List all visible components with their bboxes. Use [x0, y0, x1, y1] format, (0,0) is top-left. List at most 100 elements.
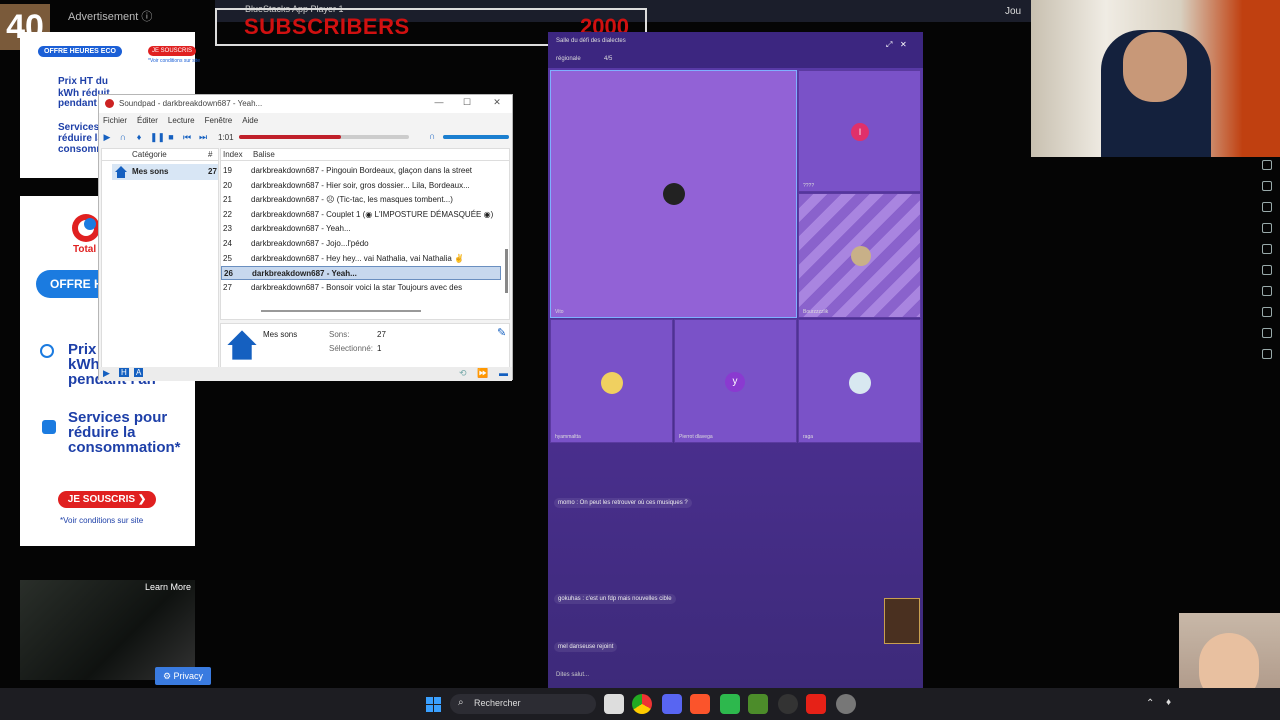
- chat-input[interactable]: Dites salut...: [556, 672, 589, 678]
- side-icon[interactable]: [1262, 181, 1272, 191]
- sound-row[interactable]: 26 darkbreakdown687 - Yeah...: [221, 266, 501, 281]
- hotkey-icon[interactable]: H: [119, 368, 129, 377]
- sound-row[interactable]: 27 darkbreakdown687 - Bonsoir voici la st…: [221, 281, 501, 295]
- sound-row[interactable]: 19 darkbreakdown687 - Pingouin Bordeaux, …: [221, 164, 501, 178]
- microphone-icon[interactable]: ♦: [134, 132, 144, 142]
- player-tile[interactable]: hyammaltta: [550, 319, 673, 443]
- app-icon[interactable]: [748, 694, 768, 714]
- learn-more-link[interactable]: Learn More: [145, 582, 191, 592]
- close-game-icon[interactable]: ✕: [900, 40, 907, 49]
- info-selected-label: Sélectionné:: [329, 344, 374, 353]
- close-button[interactable]: ✕: [487, 97, 507, 111]
- side-icon[interactable]: [1262, 223, 1272, 233]
- horizontal-scrollbar[interactable]: [261, 310, 421, 312]
- wrench-icon[interactable]: ✎: [497, 326, 506, 339]
- status-play-icon[interactable]: ▶: [103, 368, 110, 379]
- stop-icon[interactable]: ■: [166, 132, 176, 142]
- autoplay-icon[interactable]: A: [134, 368, 144, 377]
- sound-row[interactable]: 24 darkbreakdown687 - Jojo...l'pédo: [221, 237, 501, 251]
- windows-start-icon[interactable]: [426, 697, 441, 712]
- index-header[interactable]: Index: [223, 150, 243, 159]
- privacy-button[interactable]: ⚙ Privacy: [155, 667, 211, 685]
- sound-index: 25: [223, 253, 232, 263]
- tag-header[interactable]: Balise: [253, 150, 275, 159]
- side-icon[interactable]: [1262, 286, 1272, 296]
- player-tile[interactable]: Vito: [550, 70, 797, 318]
- chat-icon[interactable]: ▬: [499, 368, 508, 378]
- home-icon: [115, 166, 127, 178]
- side-icon[interactable]: [1262, 160, 1272, 170]
- menu-aide[interactable]: Aide: [242, 116, 258, 125]
- tab-round[interactable]: 4/5: [604, 56, 612, 62]
- microphone-tray-icon[interactable]: ♦: [1166, 697, 1171, 708]
- home-large-icon: [227, 330, 257, 360]
- sound-name: darkbreakdown687 - Hier soir, gros dossi…: [251, 180, 470, 190]
- ad-subscribe-button-small[interactable]: JE SOUSCRIS: [148, 46, 197, 56]
- previous-icon[interactable]: ⏮: [182, 132, 192, 142]
- side-icon[interactable]: [1262, 328, 1272, 338]
- chevron-up-icon[interactable]: ⌃: [1146, 698, 1154, 709]
- player-tile[interactable]: l ????: [798, 70, 921, 192]
- minimize-button[interactable]: —: [429, 97, 449, 111]
- soundpad-window: Soundpad - darkbreakdown687 - Yeah... — …: [98, 94, 513, 381]
- play-icon[interactable]: ▶: [102, 132, 112, 142]
- sound-index: 26: [224, 269, 233, 279]
- expand-icon[interactable]: ⤢: [886, 40, 892, 50]
- side-icon[interactable]: [1262, 307, 1272, 317]
- maximize-button[interactable]: ☐: [457, 97, 477, 111]
- obs-icon[interactable]: [778, 694, 798, 714]
- sound-index: 21: [223, 195, 232, 205]
- ad-services-text: Services pour réduire la consommation*: [68, 409, 181, 456]
- bluestacks-icon[interactable]: [720, 694, 740, 714]
- player-tile[interactable]: y Pierrot dlavega: [674, 319, 797, 443]
- repeat-icon[interactable]: ⟲: [459, 368, 467, 379]
- side-toolbar: [1262, 160, 1276, 370]
- ad-video[interactable]: [20, 580, 195, 680]
- settings-icon[interactable]: [836, 694, 856, 714]
- volume-headphones-icon[interactable]: ∩: [429, 131, 435, 141]
- sound-row[interactable]: 21 darkbreakdown687 - ☹ (Tic-tac, les mas…: [221, 193, 501, 207]
- sound-index: 22: [223, 209, 232, 219]
- sound-row[interactable]: 22 darkbreakdown687 - Couplet 1 (◉ L'IMPO…: [221, 208, 501, 222]
- menu-fenetre[interactable]: Fenêtre: [205, 116, 233, 125]
- youtube-icon[interactable]: [806, 694, 826, 714]
- playback-progress[interactable]: [239, 135, 409, 139]
- side-icon[interactable]: [1262, 244, 1272, 254]
- ad-offer-tag: OFFRE HEURES ECO: [38, 46, 122, 57]
- forward-icon[interactable]: ⏩: [477, 368, 488, 379]
- discord-icon[interactable]: [662, 694, 682, 714]
- sound-index: 20: [223, 180, 232, 190]
- player-tile[interactable]: raga: [798, 319, 921, 443]
- menu-lecture[interactable]: Lecture: [168, 116, 195, 125]
- player-tile[interactable]: Bourzzzzlik: [798, 193, 921, 318]
- avatar: [849, 372, 871, 394]
- info-title: Mes sons: [263, 330, 298, 339]
- file-explorer-icon[interactable]: [604, 694, 624, 714]
- brave-icon[interactable]: [690, 694, 710, 714]
- side-icon[interactable]: [1262, 202, 1272, 212]
- side-icon[interactable]: [1262, 349, 1272, 359]
- next-icon[interactable]: ⏭: [198, 132, 208, 142]
- menu-editer[interactable]: Éditer: [137, 116, 158, 125]
- list-scrollbar[interactable]: [505, 249, 508, 293]
- status-bar: ▶ H A ⟲ ⏩ ▬: [99, 367, 512, 381]
- menu-fichier[interactable]: Fichier: [103, 116, 127, 125]
- pause-icon[interactable]: ❚❚: [150, 132, 165, 142]
- ad-line: pendant: [58, 98, 97, 109]
- category-mes-sons[interactable]: Mes sons 27: [112, 164, 218, 180]
- side-icon[interactable]: [1262, 265, 1272, 275]
- headphones-icon[interactable]: ∩: [118, 132, 128, 142]
- sound-row[interactable]: 20 darkbreakdown687 - Hier soir, gros dos…: [221, 179, 501, 193]
- taskbar-search[interactable]: ⌕ Rechercher: [450, 694, 596, 714]
- search-icon: ⌕: [458, 697, 464, 708]
- chat-message: gokuhas : c'est un fdp mais nouvelles ci…: [554, 594, 676, 604]
- sound-index: 27: [223, 282, 232, 292]
- tab-region[interactable]: régionale: [556, 56, 581, 62]
- sound-row[interactable]: 25 darkbreakdown687 - Hey hey... vai Nath…: [221, 252, 501, 266]
- sound-row[interactable]: 23 darkbreakdown687 - Yeah...: [221, 222, 501, 236]
- ad-subscribe-button[interactable]: JE SOUSCRIS ❯: [58, 491, 156, 508]
- lost-treasure-card[interactable]: [884, 598, 920, 644]
- volume-slider[interactable]: [443, 135, 509, 139]
- chrome-icon[interactable]: [632, 694, 652, 714]
- avatar: [663, 183, 685, 205]
